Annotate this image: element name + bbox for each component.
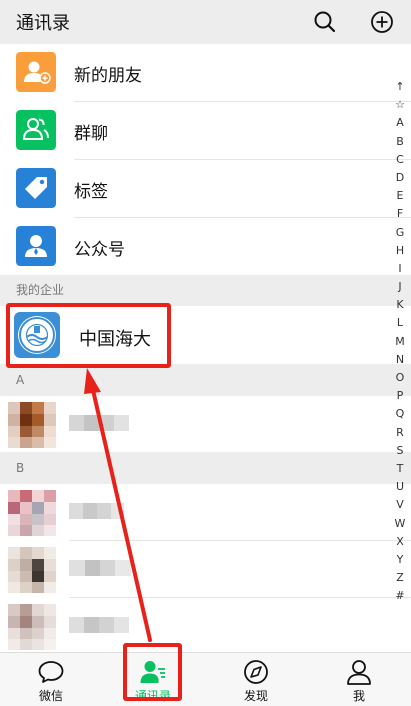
tag-icon [16,168,56,208]
group-chats-item[interactable]: 群聊 [0,102,411,159]
avatar [8,547,56,593]
index-letter[interactable]: O [389,369,411,387]
index-letter[interactable]: V [389,496,411,514]
new-friends-label: 新的朋友 [74,66,142,86]
index-letter[interactable]: L [389,314,411,332]
section-header-a: A [0,364,411,396]
index-letter[interactable]: J [389,278,411,296]
index-letter[interactable]: R [389,424,411,442]
tags-item[interactable]: 标签 [0,160,411,217]
section-letter: A [16,373,25,387]
contact-name-redacted [69,560,131,576]
highlight-box-contacts-tab [123,643,182,701]
index-letter[interactable]: X [389,533,411,551]
index-letter[interactable]: Z [389,569,411,587]
index-letter[interactable]: H [389,242,411,260]
index-letter[interactable]: K [389,296,411,314]
index-letter[interactable]: M [389,333,411,351]
section-letter: B [16,461,25,475]
contact-item[interactable] [0,396,411,452]
official-account-icon [16,226,56,266]
tab-me[interactable]: 我 [308,653,410,706]
index-letter[interactable]: G [389,224,411,242]
index-letter[interactable]: D [389,169,411,187]
official-accounts-label: 公众号 [74,240,125,260]
index-letter[interactable]: T [389,460,411,478]
contact-name-redacted [69,415,129,431]
chat-bubble-icon [38,661,64,683]
index-letter[interactable]: Y [389,551,411,569]
index-letter[interactable]: F [389,205,411,223]
tab-discover[interactable]: 发现 [205,653,307,706]
index-letter[interactable]: B [389,133,411,151]
contact-item[interactable] [0,598,411,652]
tags-label: 标签 [74,182,108,202]
index-letter[interactable]: A [389,114,411,132]
highlight-box-enterprise [6,303,171,368]
group-chat-icon [16,110,56,150]
person-icon [347,660,371,685]
enterprise-section-title: 我的企业 [16,283,65,297]
avatar [8,402,56,448]
index-letter[interactable]: W [389,515,411,533]
index-letter[interactable]: # [389,587,411,605]
index-letter[interactable]: ↑ [389,78,411,96]
index-letter[interactable]: E [389,187,411,205]
avatar [8,490,56,536]
index-letter[interactable]: I [389,260,411,278]
section-header-enterprise: 我的企业 [0,275,411,306]
compass-icon [244,660,268,684]
add-friend-icon [16,52,56,92]
official-accounts-item[interactable]: 公众号 [0,218,411,275]
add-icon[interactable] [368,8,396,36]
contact-name-redacted [69,617,129,633]
tab-chats[interactable]: 微信 [0,653,102,706]
index-letter[interactable]: S [389,442,411,460]
top-bar: 通讯录 [0,0,411,44]
new-friends-item[interactable]: 新的朋友 [0,44,411,101]
search-icon[interactable] [311,8,339,36]
section-header-b: B [0,452,411,484]
bottom-tab-bar: 微信 通讯录 发现 我 [0,652,411,706]
alphabet-index[interactable]: ↑ ☆ A B C D E F G H I J K L M N O P Q R S T U V W X Y Z # [389,78,411,605]
index-letter[interactable]: P [389,387,411,405]
index-letter[interactable]: N [389,351,411,369]
index-letter[interactable]: ☆ [389,96,411,114]
contact-item[interactable] [0,541,411,597]
tab-label: 我 [352,689,365,703]
group-chats-label: 群聊 [74,124,108,144]
contact-name-redacted [69,503,124,519]
index-letter[interactable]: Q [389,405,411,423]
index-letter[interactable]: C [389,151,411,169]
index-letter[interactable]: U [389,478,411,496]
contact-item[interactable] [0,484,411,540]
tab-label: 发现 [243,689,268,703]
avatar [8,604,56,650]
tab-label: 微信 [38,689,63,703]
page-title: 通讯录 [16,13,70,34]
